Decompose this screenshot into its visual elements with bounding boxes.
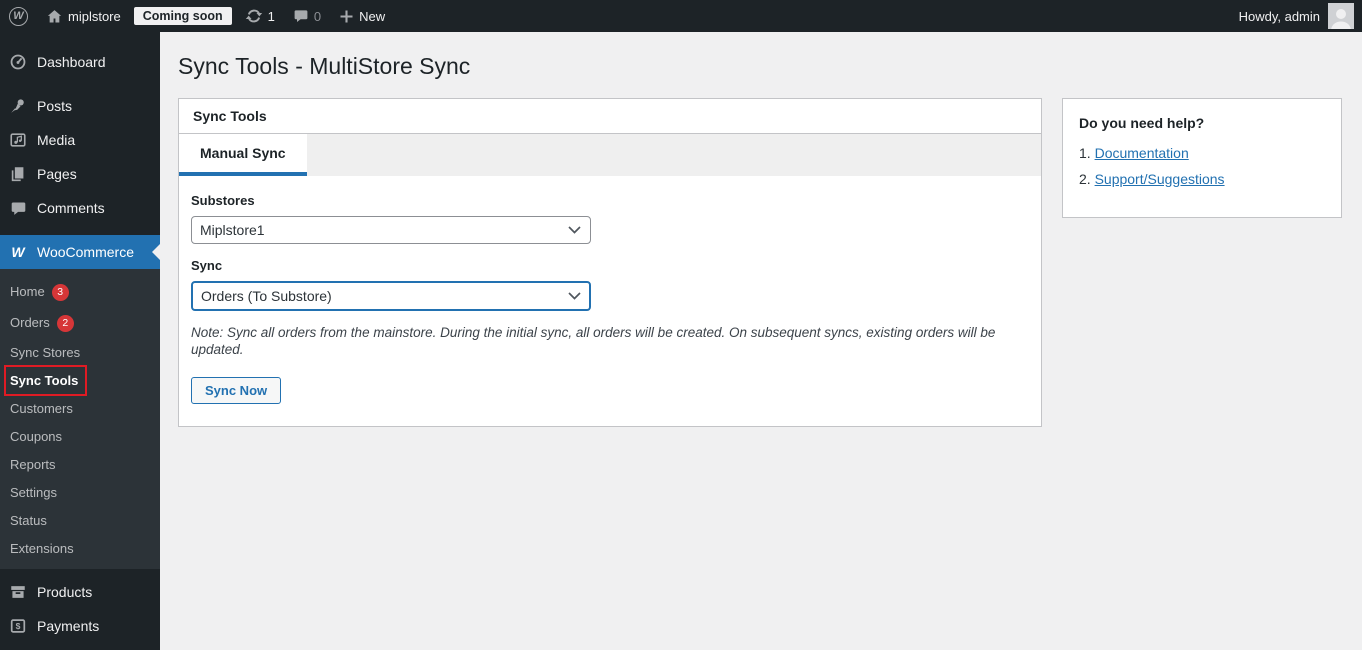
sidebar-item-posts[interactable]: Posts: [0, 89, 160, 123]
wordpress-logo-icon: W: [9, 6, 28, 26]
submenu-item-status[interactable]: Status: [0, 507, 160, 535]
panel-title: Sync Tools: [179, 99, 1041, 134]
comments-bubble-icon: [293, 8, 309, 24]
comments-indicator[interactable]: 0: [284, 0, 330, 32]
payments-dollar-icon: $: [8, 616, 28, 636]
admin-bar: W miplstore Coming soon 1 0 New Howdy, a…: [0, 0, 1362, 32]
submenu-item-sync-stores[interactable]: Sync Stores: [0, 339, 160, 367]
help-list: 1. Documentation 2. Support/Suggestions: [1079, 145, 1325, 187]
sidebar-item-label: Posts: [37, 98, 73, 114]
tab-manual-sync[interactable]: Manual Sync: [179, 133, 307, 176]
sidebar-item-label: Comments: [37, 200, 105, 216]
substores-label: Substores: [191, 192, 255, 208]
sidebar-item-pages[interactable]: Pages: [0, 157, 160, 191]
home-icon: [46, 8, 63, 25]
new-label: New: [359, 8, 386, 24]
sidebar-item-analytics[interactable]: Analytics: [0, 643, 160, 650]
comments-count: 0: [313, 8, 322, 24]
submenu-item-coupons[interactable]: Coupons: [0, 423, 160, 451]
sidebar-item-label: Products: [37, 584, 93, 600]
sidebar-item-woocommerce[interactable]: W WooCommerce: [0, 235, 160, 269]
updates-icon: [245, 8, 263, 24]
substores-select[interactable]: Miplstore1: [191, 215, 591, 244]
pin-icon: [8, 96, 28, 116]
sync-now-button[interactable]: Sync Now: [191, 376, 282, 404]
sidebar-item-products[interactable]: Products: [0, 575, 160, 609]
sidebar-item-comments[interactable]: Comments: [0, 191, 160, 225]
sidebar-item-label: Media: [37, 132, 76, 148]
orders-count-badge: 2: [56, 315, 74, 332]
updates-count: 1: [267, 8, 275, 24]
home-count-badge: 3: [51, 284, 69, 301]
help-title: Do you need help?: [1079, 114, 1205, 131]
site-name: miplstore: [68, 8, 121, 24]
tab-bar: Manual Sync: [179, 133, 1041, 176]
coming-soon-badge[interactable]: Coming soon: [133, 6, 232, 26]
main-content: Sync Tools - MultiStore Sync Sync Tools …: [160, 32, 1362, 650]
help-item-documentation: 1. Documentation: [1079, 144, 1189, 161]
site-link[interactable]: miplstore: [37, 0, 130, 32]
sync-tools-panel: Sync Tools Manual Sync Substores Miplsto…: [178, 97, 1042, 427]
comment-icon: [8, 198, 28, 218]
sync-note: Note: Sync all orders from the mainstore…: [191, 324, 996, 357]
sync-label: Sync: [191, 257, 223, 273]
sidebar-item-payments[interactable]: $ Payments: [0, 609, 160, 643]
account-menu[interactable]: Howdy, admin: [1239, 0, 1362, 32]
page-title: Sync Tools - MultiStore Sync: [178, 53, 471, 79]
admin-bar-left: W miplstore Coming soon 1 0 New: [0, 0, 394, 32]
sidebar-item-label: Dashboard: [37, 54, 106, 70]
sidebar-item-media[interactable]: Media: [0, 123, 160, 157]
submenu-item-orders[interactable]: Orders 2: [0, 308, 160, 339]
panel-body: Substores Miplstore1 Sync Orders (To Sub…: [179, 176, 1041, 426]
admin-sidebar: Dashboard Posts Media Pages Comments W W…: [0, 32, 160, 650]
sidebar-item-label: Payments: [37, 618, 100, 634]
help-panel: Do you need help? 1. Documentation 2. Su…: [1062, 97, 1342, 218]
submenu-item-extensions[interactable]: Extensions: [0, 535, 160, 563]
submenu-item-reports[interactable]: Reports: [0, 451, 160, 479]
substores-select-wrap: Miplstore1: [191, 215, 591, 244]
avatar: [1328, 3, 1354, 29]
sidebar-item-label: WooCommerce: [37, 244, 134, 260]
help-item-support: 2. Support/Suggestions: [1079, 170, 1225, 187]
sidebar-item-label: Pages: [37, 166, 77, 182]
dashboard-gauge-icon: [8, 52, 28, 72]
woocommerce-submenu: Home 3 Orders 2 Sync Stores Sync Tools Cus…: [0, 269, 160, 569]
new-content-button[interactable]: New: [330, 0, 394, 32]
sync-select-wrap: Orders (To Substore): [191, 280, 591, 311]
products-box-icon: [8, 582, 28, 602]
howdy-text: Howdy, admin: [1238, 8, 1320, 24]
wordpress-menu-button[interactable]: W: [0, 0, 37, 32]
submenu-item-settings[interactable]: Settings: [0, 479, 160, 507]
media-icon: [8, 130, 28, 150]
sidebar-item-dashboard[interactable]: Dashboard: [0, 45, 160, 79]
pages-icon: [8, 164, 28, 184]
updates-indicator[interactable]: 1: [236, 0, 284, 32]
svg-text:$: $: [16, 621, 21, 631]
support-suggestions-link[interactable]: Support/Suggestions: [1095, 171, 1225, 187]
documentation-link[interactable]: Documentation: [1095, 145, 1189, 161]
submenu-item-customers[interactable]: Customers: [0, 395, 160, 423]
woocommerce-icon: W: [11, 244, 25, 260]
sync-select[interactable]: Orders (To Substore): [191, 280, 591, 311]
plus-icon: [339, 9, 354, 24]
submenu-item-sync-tools[interactable]: Sync Tools: [0, 365, 160, 396]
submenu-item-home[interactable]: Home 3: [0, 277, 160, 308]
